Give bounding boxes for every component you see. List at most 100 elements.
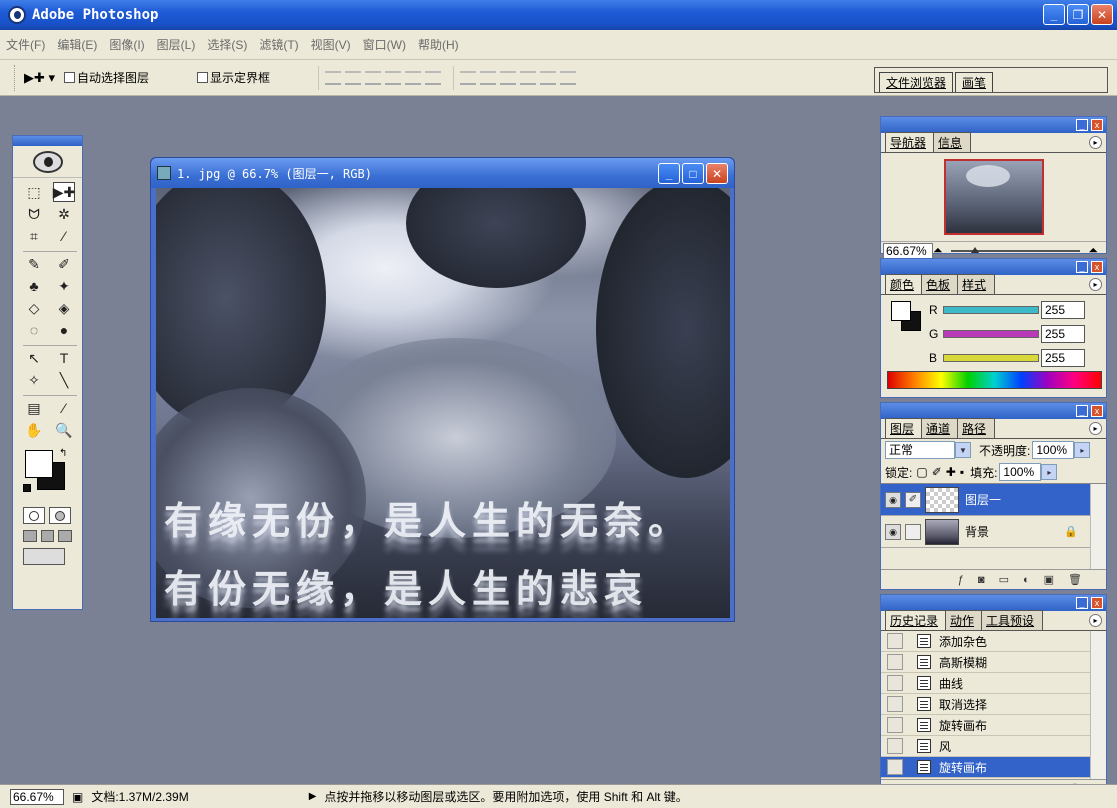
menu-select[interactable]: 选择(S) (207, 36, 247, 53)
doc-minimize-button[interactable]: _ (658, 163, 680, 184)
path-selection-tool-icon[interactable]: ↖ (23, 348, 45, 368)
distribute-hcenter-icon[interactable] (540, 70, 557, 85)
zoom-out-icon[interactable]: ⏶ (933, 243, 943, 258)
tab-tool-presets[interactable]: 工具预设 (981, 610, 1044, 630)
align-vcenter-icon[interactable] (345, 70, 362, 85)
fill-field[interactable]: 100% (999, 463, 1042, 481)
tool-preset-picker[interactable]: ▶✚ ▾ (24, 67, 64, 89)
layers-title-bar[interactable]: _ x (881, 403, 1106, 419)
app-title-bar[interactable]: Adobe Photoshop _ ❐ ✕ (0, 0, 1117, 30)
layers-scrollbar[interactable] (1090, 484, 1106, 569)
palette-minimize-icon[interactable]: _ (1076, 261, 1088, 273)
well-tab-brushes[interactable]: 画笔 (955, 72, 994, 92)
tab-history[interactable]: 历史记录 (885, 610, 948, 630)
tab-paths[interactable]: 路径 (957, 418, 996, 438)
palette-close-icon[interactable]: x (1091, 597, 1103, 609)
lock-transparency-icon[interactable]: ▢ (916, 465, 927, 479)
red-slider[interactable] (943, 306, 1039, 314)
type-tool-icon[interactable]: T (53, 348, 75, 368)
palette-menu-icon[interactable]: ▸ (1089, 136, 1102, 149)
tab-channels[interactable]: 通道 (921, 418, 960, 438)
history-source-box[interactable] (887, 759, 903, 775)
clone-stamp-tool-icon[interactable]: ♣ (23, 276, 45, 296)
show-bounding-box-checkbox[interactable]: 显示定界框 (197, 69, 270, 86)
auto-select-layer-checkbox[interactable]: 自动选择图层 (64, 69, 149, 86)
layer-visibility-eye-icon[interactable]: ◉ (885, 523, 901, 540)
eraser-tool-icon[interactable]: ◇ (23, 298, 45, 318)
color-spectrum-bar[interactable] (887, 371, 1102, 389)
align-left-icon[interactable] (385, 70, 402, 85)
adjustment-layer-icon[interactable]: ◐ (1023, 574, 1030, 586)
palette-close-icon[interactable]: x (1091, 261, 1103, 273)
new-set-icon[interactable]: ▭ (999, 573, 1009, 586)
opacity-field[interactable]: 100% (1032, 441, 1075, 459)
align-right-icon[interactable] (425, 70, 442, 85)
full-screen-menu-mode-icon[interactable] (40, 530, 55, 542)
blur-tool-icon[interactable]: ◌ (23, 320, 45, 340)
palette-close-icon[interactable]: x (1091, 405, 1103, 417)
tab-actions[interactable]: 动作 (945, 610, 984, 630)
layer-style-icon[interactable]: ƒ (958, 574, 964, 586)
menu-help[interactable]: 帮助(H) (418, 36, 459, 53)
palette-minimize-icon[interactable]: _ (1076, 405, 1088, 417)
zoom-slider-knob[interactable] (970, 246, 979, 253)
history-item[interactable]: 旋转画布 (881, 715, 1106, 736)
blend-mode-dropdown-icon[interactable]: ▼ (955, 442, 971, 458)
adobe-online-button[interactable] (13, 146, 82, 178)
blue-value-field[interactable]: 255 (1041, 349, 1085, 367)
menu-window[interactable]: 窗口(W) (363, 36, 406, 53)
history-item[interactable]: 风 (881, 736, 1106, 757)
layer-link-icon[interactable] (905, 523, 921, 540)
foreground-color-swatch[interactable] (25, 450, 53, 478)
palette-menu-icon[interactable]: ▸ (1089, 614, 1102, 627)
history-source-box[interactable] (887, 717, 903, 733)
distribute-vcenter-icon[interactable] (480, 70, 497, 85)
menu-file[interactable]: 文件(F) (6, 36, 45, 53)
lock-all-icon[interactable]: ▪ (960, 465, 964, 479)
crop-tool-icon[interactable]: ⌗ (23, 226, 45, 246)
tab-layers[interactable]: 图层 (885, 418, 924, 438)
history-source-box[interactable] (887, 696, 903, 712)
palette-minimize-icon[interactable]: _ (1076, 119, 1088, 131)
history-item[interactable]: 取消选择 (881, 694, 1106, 715)
move-tool-icon[interactable]: ▶✚ (53, 182, 75, 202)
menu-filter[interactable]: 滤镜(T) (259, 36, 298, 53)
standard-screen-mode-icon[interactable] (23, 530, 37, 542)
history-source-box[interactable] (887, 633, 903, 649)
standard-mode-button[interactable] (23, 507, 45, 524)
pen-tool-icon[interactable]: ✧ (23, 370, 45, 390)
green-slider[interactable] (943, 330, 1039, 338)
hand-tool-icon[interactable]: ✋ (23, 420, 45, 440)
navigator-thumbnail[interactable] (943, 159, 1044, 235)
zoom-tool-icon[interactable]: 🔍 (53, 420, 75, 440)
default-colors-icon[interactable] (23, 484, 31, 492)
well-tab-file-browser[interactable]: 文件浏览器 (879, 72, 954, 92)
eyedropper-tool-icon[interactable]: ⁄ (53, 398, 75, 418)
palette-menu-icon[interactable]: ▸ (1089, 422, 1102, 435)
history-scrollbar[interactable] (1090, 631, 1106, 779)
red-value-field[interactable]: 255 (1041, 301, 1085, 319)
history-item-current[interactable]: 旋转画布 (881, 757, 1106, 778)
distribute-top-icon[interactable] (460, 70, 477, 85)
slice-tool-icon[interactable]: ⁄ (53, 226, 75, 246)
doc-close-button[interactable]: ✕ (706, 163, 728, 184)
color-title-bar[interactable]: _ x (881, 259, 1106, 275)
layer-visibility-eye-icon[interactable]: ◉ (885, 491, 901, 508)
align-hcenter-icon[interactable] (405, 70, 422, 85)
document-size-info[interactable]: 文档:1.37M/2.39M (91, 788, 188, 805)
swap-colors-icon[interactable]: ↰ (59, 448, 67, 459)
line-tool-icon[interactable]: ╲ (53, 370, 75, 390)
palette-foreground-swatch[interactable] (891, 301, 911, 321)
status-doc-icon[interactable]: ▣ (72, 790, 83, 804)
lasso-tool-icon[interactable]: ᗢ (23, 204, 45, 224)
menu-edit[interactable]: 编辑(E) (57, 36, 97, 53)
navigator-zoom-field[interactable]: 66.67% (883, 242, 933, 259)
navigator-title-bar[interactable]: _ x (881, 117, 1106, 133)
tab-styles[interactable]: 样式 (957, 274, 996, 294)
align-bottom-icon[interactable] (365, 70, 382, 85)
quick-mask-mode-button[interactable] (49, 507, 71, 524)
history-source-box[interactable] (887, 675, 903, 691)
tab-info[interactable]: 信息 (933, 132, 972, 152)
brush-tool-icon[interactable]: ✐ (53, 254, 75, 274)
notes-tool-icon[interactable]: ▤ (23, 398, 45, 418)
